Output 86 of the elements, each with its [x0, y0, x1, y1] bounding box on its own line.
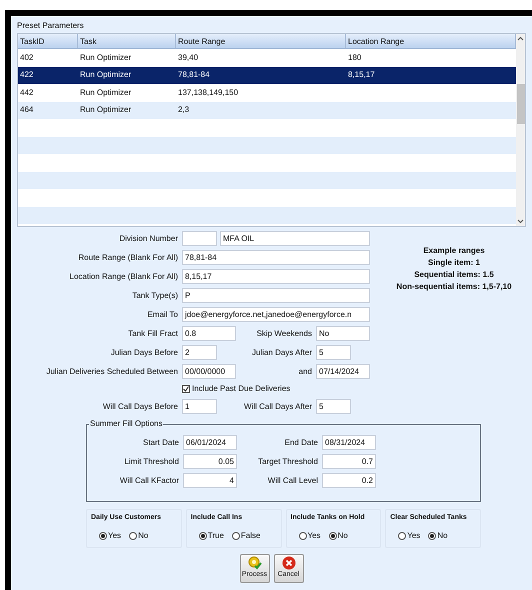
field-label: Will Call Days Before	[102, 400, 179, 412]
input-field[interactable]: 8,15,17	[182, 269, 370, 284]
cancel-icon	[282, 556, 296, 570]
checkbox[interactable]	[182, 385, 190, 393]
radio-button[interactable]	[328, 532, 337, 540]
field-label: Julian Days After	[250, 346, 313, 358]
table-row[interactable]: 422 Run Optimizer 78,81-84 8,15,17	[18, 66, 516, 84]
field-label: Route Range (Blank For All)	[77, 252, 179, 264]
table-cell-text: 180	[347, 52, 362, 64]
scrollbar[interactable]	[516, 34, 525, 226]
radio-label: Yes	[407, 530, 420, 542]
table-cell-text: 8,15,17	[347, 69, 376, 82]
field-label: Email To	[146, 308, 179, 320]
radio-button[interactable]	[198, 532, 207, 540]
radio-label: Yes	[308, 530, 321, 542]
input-field[interactable]: 2	[182, 345, 217, 360]
column-header[interactable]: TaskID	[18, 34, 78, 48]
field-label: Julian Deliveries Scheduled Between	[45, 366, 179, 378]
field-label: End Date	[284, 436, 319, 448]
table-cell-text: Run Optimizer	[79, 86, 132, 99]
table-cell-text: 137,138,149,150	[177, 86, 240, 99]
field-label: Limit Threshold	[123, 456, 180, 468]
field-label: Julian Days Before	[110, 346, 179, 358]
table-cell-text: 402	[19, 52, 34, 64]
example-text: Single item: 1	[428, 257, 480, 269]
input-field[interactable]: 5	[316, 399, 351, 414]
column-header[interactable]: Task	[78, 34, 176, 48]
table-cell-text: 442	[19, 86, 34, 99]
example-title: Example ranges	[423, 245, 485, 257]
field-label: Skip Weekends	[256, 328, 313, 340]
table-cell-text: Run Optimizer	[79, 52, 132, 64]
input-field[interactable]: 0.2	[322, 473, 376, 488]
input-field[interactable]: 00/00/0000	[182, 364, 236, 379]
input-field[interactable]: P	[182, 288, 370, 303]
input-field[interactable]: 06/01/2024	[183, 435, 237, 450]
input-field[interactable]: 0.8	[182, 326, 236, 341]
column-header[interactable]: Route Range	[176, 34, 346, 48]
field-label: Division Number	[118, 232, 179, 244]
radio-button[interactable]	[298, 532, 306, 540]
input-field[interactable]: No	[316, 326, 370, 341]
radio-label: No	[437, 530, 448, 542]
table-cell-text: 464	[19, 104, 34, 116]
input-field[interactable]: 4	[183, 473, 237, 488]
input-field[interactable]: 5	[316, 345, 351, 360]
group-title: Preset Parameters	[17, 20, 85, 32]
field-label: Will Call Level	[266, 474, 319, 486]
checkbox-label: Include Past Due Deliveries	[192, 383, 290, 395]
field-label: Tank Fill Fract	[127, 328, 179, 340]
field-label: Target Threshold	[257, 456, 319, 468]
table-cell-text: Run Optimizer	[79, 104, 132, 116]
gear-check-icon	[248, 556, 262, 570]
scrollbar-thumb[interactable]	[516, 84, 524, 124]
input-field[interactable]: 0.05	[183, 454, 237, 469]
table-cell-text: 422	[19, 69, 34, 82]
group-title: Summer Fill Options	[89, 419, 164, 429]
input-field[interactable]: jdoe@energyforce.net,janedoe@energyforce.n	[182, 307, 370, 322]
table-cell-text: 78,81-84	[177, 69, 211, 82]
radio-button[interactable]	[398, 532, 406, 540]
field-label: Start Date	[142, 436, 180, 448]
radio-button[interactable]	[232, 532, 240, 540]
field-label: Will Call KFactor	[118, 474, 180, 486]
input-field[interactable]	[182, 231, 217, 246]
radio-label: No	[338, 530, 348, 542]
radio-label: False	[240, 530, 260, 542]
input-field[interactable]: 0.7	[322, 454, 376, 469]
field-label: Tank Type(s)	[131, 290, 179, 302]
table-cell-text: 2,3	[177, 104, 190, 116]
example-text: Non-sequential items: 1,5-7,10	[396, 281, 512, 293]
radio-button[interactable]	[99, 532, 107, 540]
example-text: Sequential items: 1.5	[414, 269, 494, 281]
input-field[interactable]: 07/14/2024	[316, 364, 370, 379]
radio-label: Yes	[108, 530, 122, 542]
radio-label: No	[138, 530, 148, 542]
radio-button[interactable]	[129, 532, 138, 540]
radio-button[interactable]	[428, 532, 436, 540]
radio-label: True	[208, 530, 224, 542]
field-label: and	[298, 366, 313, 378]
field-label: Will Call Days After	[242, 400, 313, 412]
table-cell-text: Run Optimizer	[79, 69, 132, 82]
input-field[interactable]: 08/31/2024	[322, 435, 376, 450]
input-field[interactable]: 1	[182, 399, 217, 414]
input-field[interactable]: MFA OIL	[220, 231, 370, 246]
table-row[interactable]: 464 Run Optimizer 2,3	[18, 102, 516, 119]
input-field[interactable]: 78,81-84	[182, 250, 370, 265]
table-cell-text: 39,40	[177, 52, 200, 64]
field-label: Location Range (Blank For All)	[68, 270, 179, 282]
